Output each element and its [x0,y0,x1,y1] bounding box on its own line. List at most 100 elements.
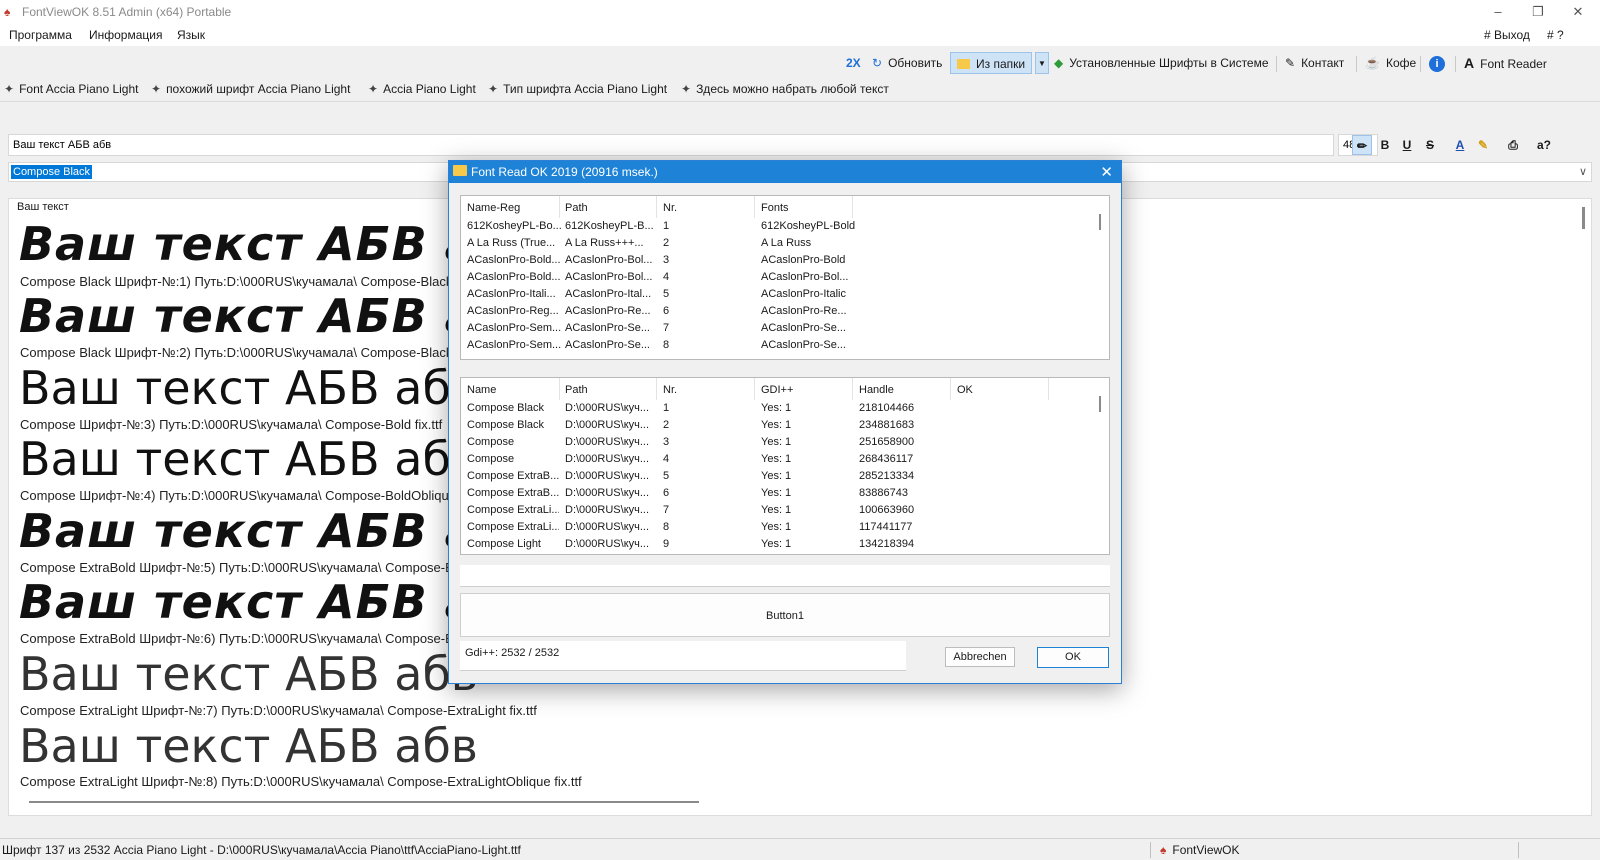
installed-fonts-button[interactable]: ◆ Установленные Шрифты в Системе [1054,52,1269,74]
list-row[interactable]: A La Russ (True... A La Russ+++... 2 A La R… [461,235,1109,252]
menu-info[interactable]: Информация [89,28,162,42]
toolbar-separator [1356,56,1357,72]
font-handle-list[interactable]: Name Path Nr. GDI++ Handle OK Compose Bl… [460,377,1110,555]
list-row[interactable]: ACaslonPro-Itali... ACaslonPro-Ital... 5 AC… [461,286,1109,303]
cell: Yes: 1 [761,521,792,533]
tab-font-family[interactable]: ✦ Accia Piano Light [368,82,476,96]
list-header: Name-Reg Path Nr. Fonts [461,196,1109,218]
maximize-button[interactable]: ❐ [1518,2,1558,22]
column-header[interactable]: Name [467,384,496,396]
cell: 4 [663,271,670,283]
help-menu[interactable]: # ? [1547,28,1564,42]
list-row[interactable]: Compose D:\000RUS\куч... 3 Yes: 1 251658900 [461,434,1109,451]
cell: 3 [663,254,670,266]
menu-language[interactable]: Язык [177,28,205,42]
cell: 612KosheyPL-Bo... [467,220,561,232]
list-row[interactable]: Compose D:\000RUS\куч... 4 Yes: 1 268436117 [461,451,1109,468]
tab-similar-font[interactable]: ✦ похожий шрифт Accia Piano Light [151,82,350,96]
cell: ACaslonPro-Se... [761,322,846,334]
bold-button[interactable]: B [1375,135,1395,155]
column-header[interactable]: Name-Reg [467,202,520,214]
column-header[interactable]: Nr. [663,384,677,396]
font-reader-label: Font Reader [1480,57,1547,71]
from-folder-dropdown[interactable]: ▼ [1035,52,1049,74]
font-registry-list[interactable]: Name-Reg Path Nr. Fonts 612KosheyPL-Bo..… [460,195,1110,360]
font-sample: Ваш текст АБВ абв [19,432,478,486]
info-button[interactable]: i [1429,52,1445,74]
refresh-button[interactable]: ↻ Обновить [872,52,942,74]
ok-button[interactable]: OK [1037,647,1109,668]
cell: ACaslonPro-Se... [761,339,846,351]
dialog-close-button[interactable]: ✕ [1100,163,1113,181]
column-header[interactable]: Path [565,384,588,396]
zoom-2x-button[interactable]: 2X [846,52,861,74]
list-row[interactable]: ACaslonPro-Reg... ACaslonPro-Re... 6 ACaslo… [461,303,1109,320]
column-separator [950,378,951,400]
sample-text-input[interactable] [8,134,1334,156]
cell: 612KosheyPL-B... [565,220,654,232]
list-row[interactable]: Compose Black D:\000RUS\куч... 1 Yes: 1 2181… [461,400,1109,417]
exit-menu[interactable]: # Выход [1484,28,1530,42]
tab-font-type[interactable]: ✦ Тип шрифта Accia Piano Light [488,82,667,96]
preview-vertical-scrollbar[interactable] [1582,207,1585,229]
chevron-down-icon: ∨ [1578,166,1587,178]
list-scrollbar[interactable] [1099,214,1101,230]
dialog-empty-field[interactable] [460,565,1110,587]
underline-button[interactable]: U [1397,135,1417,155]
list-row[interactable]: Compose ExtraB... D:\000RUS\куч... 5 Yes: 1… [461,468,1109,485]
highlight-button[interactable]: ✎ [1473,135,1493,155]
tab-label: похожий шрифт Accia Piano Light [166,82,351,96]
list-row[interactable]: ACaslonPro-Sem... ACaslonPro-Se... 7 ACaslo… [461,320,1109,337]
tab-row: ✦ Font Accia Piano Light ✦ похожий шрифт A… [0,78,1600,102]
selected-font: Compose Black [11,165,93,179]
print-button[interactable]: ⎙ [1503,135,1523,155]
text-color-button[interactable]: A [1450,135,1470,155]
tab-custom-text[interactable]: ✦ Здесь можно набрать любой текст [681,82,889,96]
toolbar-separator [1276,56,1277,72]
pen-button[interactable]: ✏ [1352,135,1372,155]
coffee-button[interactable]: ☕ Кофе [1365,52,1416,74]
cell: 8 [663,521,670,533]
contact-button[interactable]: ✎ Контакт [1285,52,1344,74]
font-reader-button[interactable]: A Font Reader [1464,52,1547,74]
list-row[interactable]: ACaslonPro-Bold... ACaslonPro-Bol... 3 ACas… [461,252,1109,269]
menu-program[interactable]: Программа [9,28,72,42]
list-row[interactable]: Compose Black D:\000RUS\куч... 2 Yes: 1 2348… [461,417,1109,434]
column-header[interactable]: OK [957,384,973,396]
list-row[interactable]: Compose ExtraB... D:\000RUS\куч... 6 Yes: 1… [461,485,1109,502]
cell: ACaslonPro-Sem... [467,339,561,351]
column-header[interactable]: Path [565,202,588,214]
tab-font-name[interactable]: ✦ Font Accia Piano Light [4,82,138,96]
cancel-button[interactable]: Abbrechen [945,647,1015,667]
list-row[interactable]: 612KosheyPL-Bo... 612KosheyPL-B... 1 612Kos… [461,218,1109,235]
cell: ACaslonPro-Bol... [565,271,653,283]
close-button[interactable]: ✕ [1558,2,1598,22]
from-folder-button[interactable]: Из папки [950,52,1033,74]
button1[interactable]: Button1 [460,593,1110,637]
cell: Compose ExtraB... [467,487,559,499]
strikethrough-button[interactable]: S [1420,135,1440,155]
list-row[interactable]: Compose ExtraLi... D:\000RUS\куч... 8 Yes: … [461,519,1109,536]
cell: ACaslonPro-Re... [565,305,651,317]
cell: Yes: 1 [761,453,792,465]
column-header[interactable]: Nr. [663,202,677,214]
cell: Compose Light [467,538,541,550]
app-icon: ♠ [4,5,11,19]
help-a-button[interactable]: a? [1534,135,1554,155]
cell: 6 [663,305,670,317]
list-row[interactable]: ACaslonPro-Bold... ACaslonPro-Bol... 4 ACas… [461,269,1109,286]
list-header: Name Path Nr. GDI++ Handle OK [461,378,1109,400]
preview-horizontal-scrollbar[interactable] [29,801,699,803]
list-row[interactable]: Compose ExtraLi... D:\000RUS\куч... 7 Yes: … [461,502,1109,519]
minimize-button[interactable]: – [1478,2,1518,22]
list-scrollbar[interactable] [1099,396,1101,412]
list-row[interactable]: Compose Light D:\000RUS\куч... 9 Yes: 1 1342… [461,536,1109,553]
print-icon: ⎙ [1508,138,1518,152]
column-header[interactable]: Fonts [761,202,789,214]
list-row[interactable]: ACaslonPro-Sem... ACaslonPro-Se... 8 ACaslo… [461,337,1109,354]
column-header[interactable]: GDI++ [761,384,793,396]
column-header[interactable]: Handle [859,384,894,396]
cell: ACaslonPro-Italic [761,288,846,300]
coffee-icon: ☕ [1365,56,1380,70]
status-app-name: ♠ FontViewOK [1160,843,1240,857]
